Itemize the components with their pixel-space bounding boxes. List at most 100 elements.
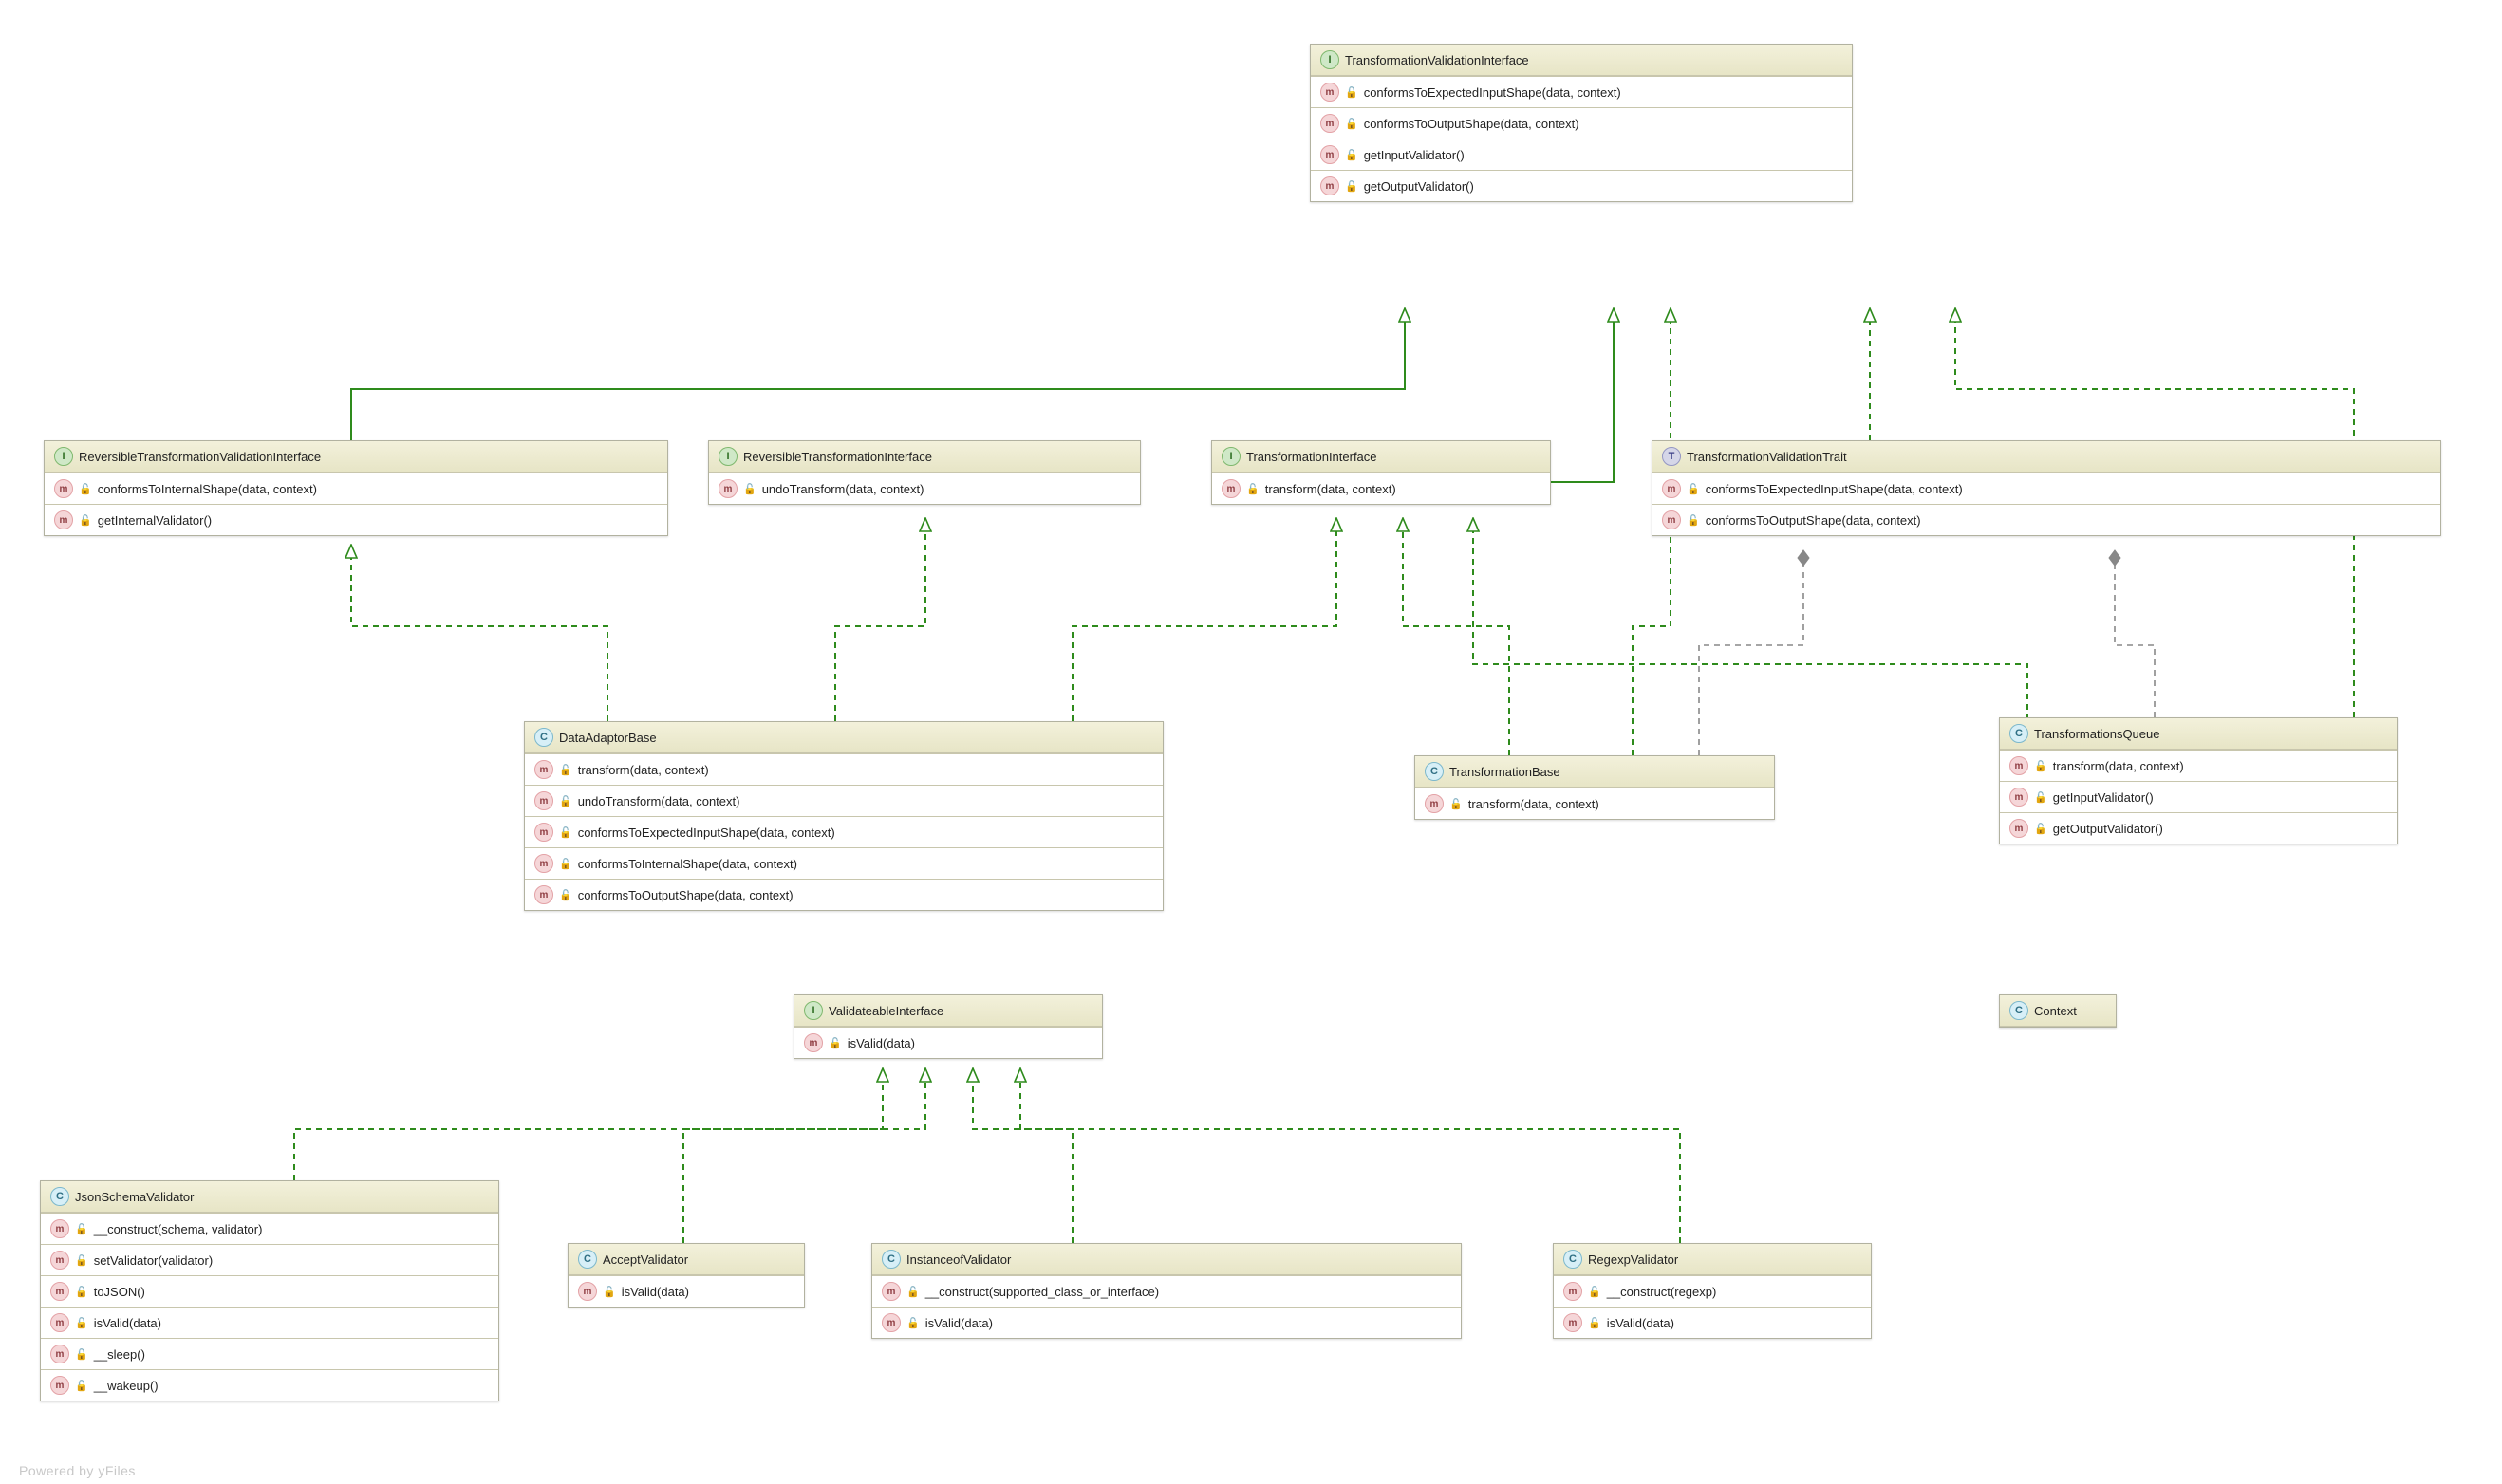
member-row: m🔓__construct(schema, validator) [41,1214,498,1244]
visibility-icon: 🔓 [559,795,572,807]
visibility-icon: 🔓 [1345,180,1358,193]
box-header: I ValidateableInterface [794,995,1102,1027]
method-icon: m [2009,819,2028,838]
visibility-icon: 🔓 [2034,823,2047,835]
method-icon: m [534,760,553,779]
box-members: m🔓__construct(regexp) m🔓isValid(data) [1554,1275,1871,1338]
method-icon: m [534,791,553,810]
member-row: m🔓isValid(data) [794,1028,1102,1058]
method-icon: m [1320,83,1339,102]
class-icon: C [2009,1001,2028,1020]
visibility-icon: 🔓 [559,764,572,776]
visibility-icon: 🔓 [906,1317,920,1329]
method-icon: m [578,1282,597,1301]
member-row: m🔓__wakeup() [41,1369,498,1401]
box-reversible-transformation-validation-interface: I ReversibleTransformationValidationInte… [44,440,668,536]
member-label: transform(data, context) [578,763,709,777]
box-transformation-validation-trait: T TransformationValidationTrait m🔓confor… [1652,440,2441,536]
method-icon: m [882,1313,901,1332]
box-members: m🔓transform(data, context) [1415,788,1774,819]
member-label: undoTransform(data, context) [578,794,740,808]
member-row: m🔓getInputValidator() [1311,139,1852,170]
box-members: m🔓__construct(supported_class_or_interfa… [872,1275,1461,1338]
member-row: m🔓__construct(supported_class_or_interfa… [872,1276,1461,1307]
method-icon: m [1320,176,1339,195]
method-icon: m [50,1219,69,1238]
box-title: TransformationBase [1449,765,1560,779]
method-icon: m [882,1282,901,1301]
member-row: m🔓isValid(data) [569,1276,804,1307]
interface-icon: I [804,1001,823,1020]
box-header: C TransformationBase [1415,756,1774,788]
method-icon: m [1425,794,1444,813]
member-label: getOutputValidator() [2053,822,2163,836]
class-icon: C [882,1250,901,1269]
member-label: isValid(data) [94,1316,161,1330]
member-row: m🔓conformsToOutputShape(data, context) [1652,504,2440,535]
class-icon: C [2009,724,2028,743]
box-members: m🔓isValid(data) [794,1027,1102,1058]
box-title: DataAdaptorBase [559,731,657,745]
visibility-icon: 🔓 [1588,1286,1601,1298]
method-icon: m [534,823,553,842]
member-row: m🔓isValid(data) [872,1307,1461,1338]
box-members: m 🔓 transform(data, context) m 🔓 undoTransfo… [525,753,1163,910]
visibility-icon: 🔓 [1588,1317,1601,1329]
member-label: transform(data, context) [2053,759,2184,773]
method-icon: m [1563,1282,1582,1301]
method-icon: m [50,1282,69,1301]
visibility-icon: 🔓 [743,483,756,495]
diagram-canvas: I TransformationValidationInterface m🔓co… [0,0,2502,1484]
member-label: setValidator(validator) [94,1253,213,1268]
visibility-icon: 🔓 [75,1223,88,1235]
visibility-icon: 🔓 [906,1286,920,1298]
visibility-icon: 🔓 [1345,149,1358,161]
box-transformation-validation-interface: I TransformationValidationInterface m🔓co… [1310,44,1853,202]
member-row: m🔓isValid(data) [1554,1307,1871,1338]
member-label: conformsToInternalShape(data, context) [578,857,797,871]
member-row: m🔓undoTransform(data, context) [709,473,1140,504]
method-icon: m [1320,114,1339,133]
member-label: isValid(data) [622,1285,689,1299]
visibility-icon: 🔓 [2034,760,2047,772]
member-row: m🔓conformsToInternalShape(data, context) [525,847,1163,879]
class-icon: C [578,1250,597,1269]
box-members: m🔓__construct(schema, validator) m🔓setVa… [41,1213,498,1401]
box-transformations-queue: C TransformationsQueue m 🔓 transform(data,… [1999,717,2398,844]
method-icon: m [1320,145,1339,164]
method-icon: m [50,1345,69,1363]
box-json-schema-validator: C JsonSchemaValidator m🔓__construct(sche… [40,1180,499,1401]
member-row: m🔓conformsToOutputShape(data, context) [1311,107,1852,139]
box-title: TransformationValidationTrait [1687,450,1847,464]
method-icon: m [50,1313,69,1332]
member-label: conformsToExpectedInputShape(data, conte… [578,825,835,840]
box-header: C TransformationsQueue [2000,718,2397,750]
method-icon: m [1662,510,1681,529]
box-title: ReversibleTransformationValidationInterf… [79,450,321,464]
member-row: m🔓conformsToOutputShape(data, context) [525,879,1163,910]
method-icon: m [50,1376,69,1395]
box-title: TransformationValidationInterface [1345,53,1529,67]
visibility-icon: 🔓 [75,1254,88,1267]
member-label: conformsToOutputShape(data, context) [1364,117,1579,131]
trait-icon: T [1662,447,1681,466]
box-title: RegexpValidator [1588,1252,1678,1267]
interface-icon: I [1222,447,1241,466]
box-header: T TransformationValidationTrait [1652,441,2440,473]
member-label: getOutputValidator() [1364,179,1474,194]
member-label: isValid(data) [1607,1316,1674,1330]
member-row: m🔓transform(data, context) [1212,473,1550,504]
box-title: ValidateableInterface [829,1004,943,1018]
member-label: __wakeup() [94,1379,159,1393]
visibility-icon: 🔓 [79,514,92,527]
box-header: C DataAdaptorBase [525,722,1163,753]
footer-credit: Powered by yFiles [19,1463,136,1478]
member-label: conformsToInternalShape(data, context) [98,482,317,496]
class-icon: C [1425,762,1444,781]
box-title: TransformationInterface [1246,450,1377,464]
visibility-icon: 🔓 [75,1348,88,1361]
box-validateable-interface: I ValidateableInterface m🔓isValid(data) [794,994,1103,1059]
box-members: m🔓conformsToExpectedInputShape(data, con… [1652,473,2440,535]
member-label: getInputValidator() [2053,790,2154,805]
member-label: transform(data, context) [1265,482,1396,496]
